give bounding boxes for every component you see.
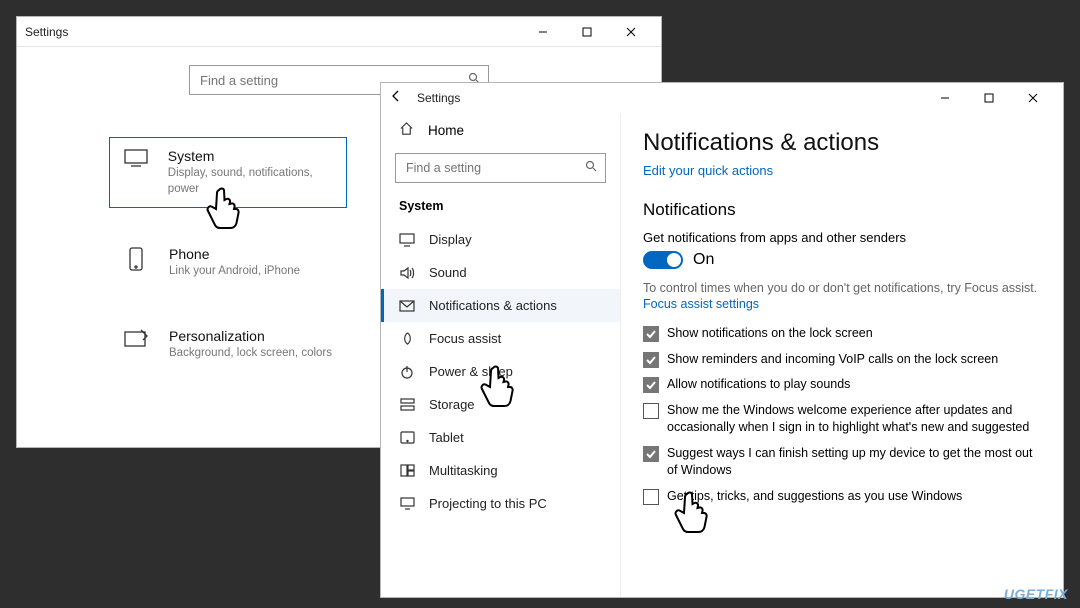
titlebar: Settings	[381, 83, 1063, 113]
toggle-state-label: On	[693, 251, 714, 269]
search-icon	[585, 159, 597, 177]
sidebar: Home System Display Sound Notifications …	[381, 113, 621, 597]
checkbox-row[interactable]: Show reminders and incoming VoIP calls o…	[643, 351, 1039, 369]
checkbox[interactable]	[643, 352, 659, 368]
checkbox-label: Get tips, tricks, and suggestions as you…	[667, 488, 962, 506]
phone-icon	[121, 246, 151, 272]
checkbox[interactable]	[643, 403, 659, 419]
projecting-icon	[399, 497, 415, 510]
window-title: Settings	[25, 25, 68, 39]
watermark: UGETFIX	[1004, 586, 1068, 602]
window-title: Settings	[417, 91, 460, 105]
tile-system[interactable]: System Display, sound, notifications, po…	[109, 137, 347, 208]
edit-quick-actions-link[interactable]: Edit your quick actions	[643, 163, 1039, 178]
focus-hint-text: To control times when you do or don't ge…	[643, 279, 1039, 297]
window-controls	[923, 83, 1055, 113]
tile-title: Personalization	[169, 328, 332, 344]
settings-system-window: Settings Home System Display Sou	[380, 82, 1064, 598]
checkbox[interactable]	[643, 377, 659, 393]
focus-assist-icon	[399, 331, 415, 346]
tile-subtitle: Link your Android, iPhone	[169, 264, 300, 280]
power-icon	[399, 365, 415, 379]
minimize-button[interactable]	[521, 17, 565, 47]
tile-subtitle: Background, lock screen, colors	[169, 346, 332, 362]
checkbox-row[interactable]: Suggest ways I can finish setting up my …	[643, 445, 1039, 480]
sidebar-group-label: System	[381, 193, 620, 223]
minimize-button[interactable]	[923, 83, 967, 113]
tile-phone[interactable]: Phone Link your Android, iPhone	[109, 236, 347, 290]
tablet-icon	[399, 431, 415, 444]
checkbox-label: Show reminders and incoming VoIP calls o…	[667, 351, 998, 369]
tile-title: System	[168, 148, 334, 164]
back-button[interactable]	[389, 89, 407, 108]
notification-checkboxes: Show notifications on the lock screen Sho…	[643, 325, 1039, 505]
get-notifications-label: Get notifications from apps and other se…	[643, 230, 1039, 245]
checkbox-label: Show me the Windows welcome experience a…	[667, 402, 1039, 437]
checkbox-label: Show notifications on the lock screen	[667, 325, 873, 343]
checkbox-row[interactable]: Show me the Windows welcome experience a…	[643, 402, 1039, 437]
nav-label: Storage	[429, 397, 475, 412]
checkbox-label: Suggest ways I can finish setting up my …	[667, 445, 1039, 480]
system-icon	[122, 148, 150, 168]
nav-storage[interactable]: Storage	[381, 388, 620, 421]
checkbox[interactable]	[643, 326, 659, 342]
notifications-heading: Notifications	[643, 200, 1039, 220]
checkbox-row[interactable]: Show notifications on the lock screen	[643, 325, 1039, 343]
sidebar-search-field[interactable]	[404, 160, 585, 176]
nav-display[interactable]: Display	[381, 223, 620, 256]
nav-home[interactable]: Home	[381, 117, 620, 147]
personalization-icon	[121, 328, 151, 350]
notifications-icon	[399, 299, 415, 313]
maximize-button[interactable]	[565, 17, 609, 47]
display-icon	[399, 233, 415, 247]
checkbox-row[interactable]: Get tips, tricks, and suggestions as you…	[643, 488, 1039, 506]
tile-title: Phone	[169, 246, 300, 262]
notifications-toggle[interactable]	[643, 251, 683, 269]
content-pane: Notifications & actions Edit your quick …	[621, 113, 1063, 597]
nav-notifications-actions[interactable]: Notifications & actions	[381, 289, 620, 322]
checkbox[interactable]	[643, 489, 659, 505]
nav-label: Notifications & actions	[429, 298, 557, 313]
home-label: Home	[428, 123, 464, 138]
titlebar: Settings	[17, 17, 661, 47]
close-button[interactable]	[1011, 83, 1055, 113]
window-controls	[521, 17, 653, 47]
storage-icon	[399, 398, 415, 411]
nav-label: Focus assist	[429, 331, 501, 346]
sound-icon	[399, 266, 415, 280]
maximize-button[interactable]	[967, 83, 1011, 113]
nav-label: Projecting to this PC	[429, 496, 547, 511]
sidebar-search[interactable]	[395, 153, 606, 183]
focus-assist-settings-link[interactable]: Focus assist settings	[643, 297, 1039, 311]
checkbox-label: Allow notifications to play sounds	[667, 376, 850, 394]
page-title: Notifications & actions	[643, 129, 1039, 157]
nav-focus-assist[interactable]: Focus assist	[381, 322, 620, 355]
nav-multitasking[interactable]: Multitasking	[381, 454, 620, 487]
tile-subtitle: Display, sound, notifications, power	[168, 166, 334, 197]
tile-personalization[interactable]: Personalization Background, lock screen,…	[109, 318, 347, 372]
nav-power-sleep[interactable]: Power & sleep	[381, 355, 620, 388]
multitasking-icon	[399, 464, 415, 477]
checkbox[interactable]	[643, 446, 659, 462]
nav-label: Sound	[429, 265, 467, 280]
nav-projecting[interactable]: Projecting to this PC	[381, 487, 620, 520]
checkbox-row[interactable]: Allow notifications to play sounds	[643, 376, 1039, 394]
nav-label: Multitasking	[429, 463, 498, 478]
nav-label: Tablet	[429, 430, 464, 445]
close-button[interactable]	[609, 17, 653, 47]
nav-label: Display	[429, 232, 472, 247]
nav-label: Power & sleep	[429, 364, 513, 379]
nav-tablet[interactable]: Tablet	[381, 421, 620, 454]
home-icon	[399, 121, 414, 139]
nav-sound[interactable]: Sound	[381, 256, 620, 289]
